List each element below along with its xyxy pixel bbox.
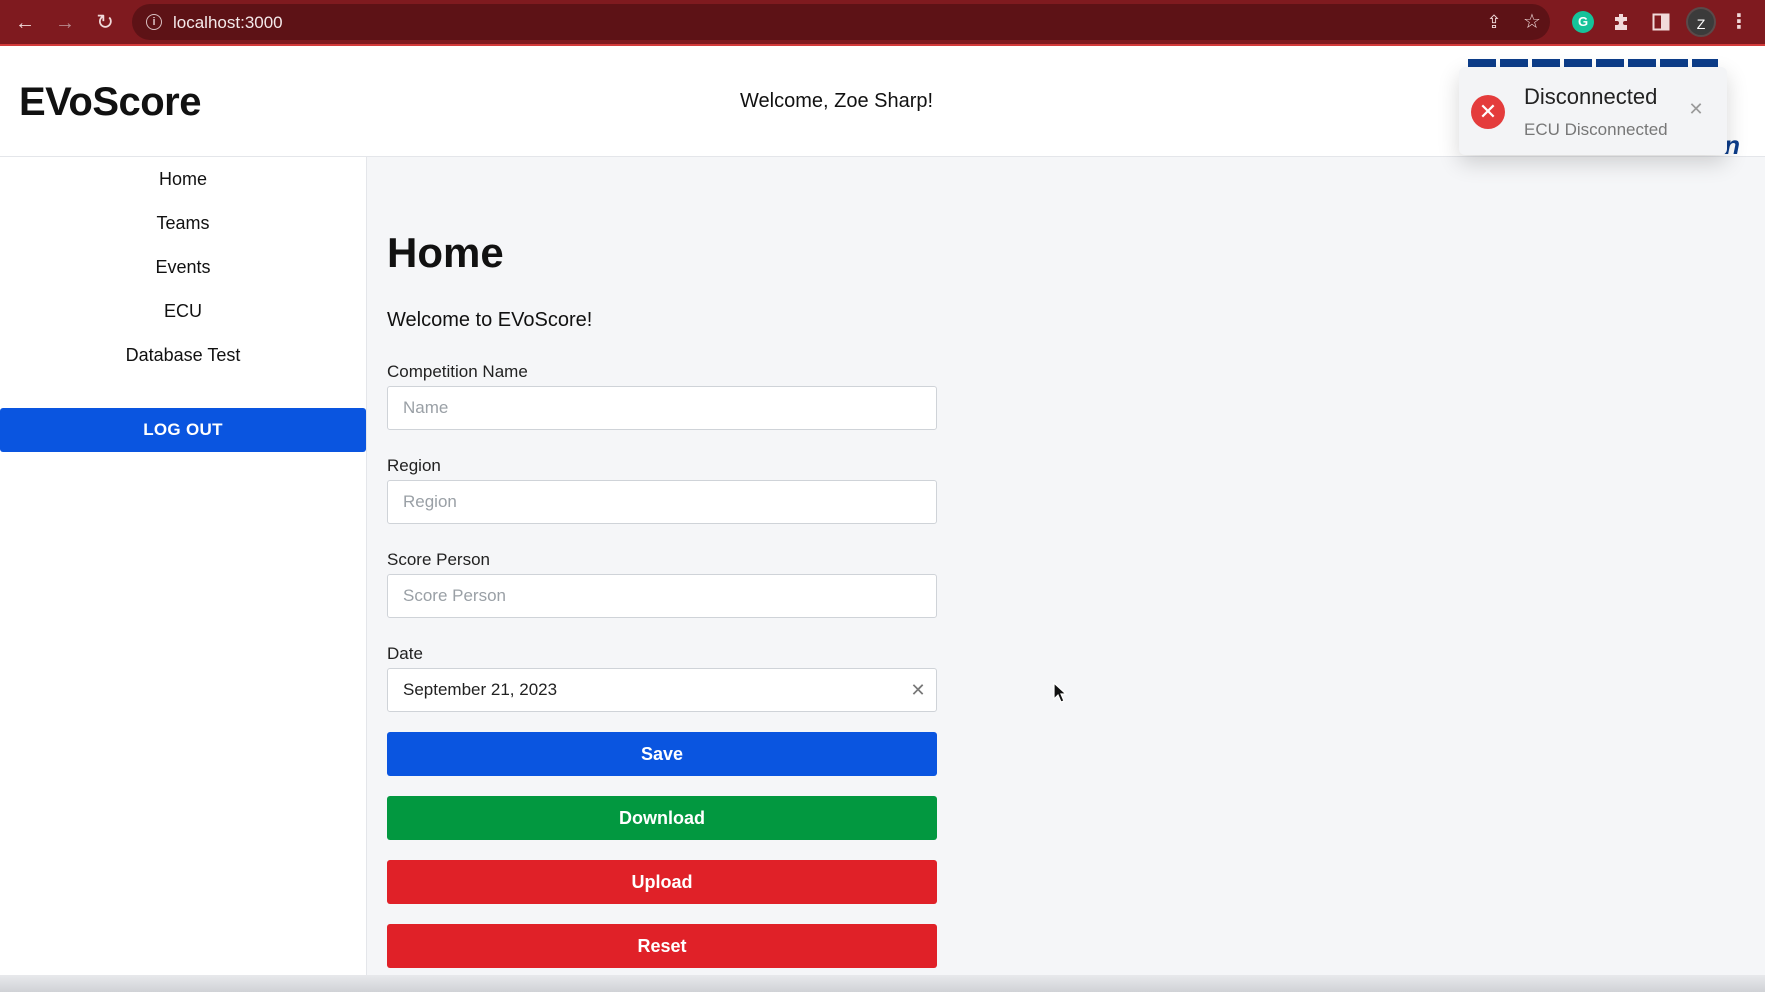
sidebar-item-teams[interactable]: Teams bbox=[0, 213, 366, 234]
browser-toolbar: ← → ↻ i localhost:3000 ⇪ ☆ G Z ⋮ bbox=[0, 0, 1765, 46]
close-icon[interactable]: ✕ bbox=[1686, 99, 1706, 119]
score-person-input[interactable] bbox=[387, 574, 937, 618]
side-panel-icon[interactable] bbox=[1650, 9, 1672, 35]
profile-avatar[interactable]: Z bbox=[1686, 7, 1716, 37]
toast-title: Disconnected bbox=[1524, 84, 1658, 109]
url-text[interactable]: localhost:3000 bbox=[173, 13, 283, 33]
welcome-text: Welcome to EVoScore! bbox=[387, 309, 593, 331]
sidebar-item-events[interactable]: Events bbox=[0, 257, 366, 278]
kebab-menu-icon[interactable]: ⋮ bbox=[1729, 9, 1749, 35]
download-button[interactable]: Download bbox=[387, 796, 937, 840]
sidebar-item-ecu[interactable]: ECU bbox=[0, 301, 366, 322]
sidebar: Home Teams Events ECU Database Test LOG … bbox=[0, 157, 367, 975]
welcome-user-text: Welcome, Zoe Sharp! bbox=[740, 90, 934, 112]
score-person-label: Score Person bbox=[387, 550, 490, 569]
page-bottom-edge bbox=[0, 975, 1765, 992]
competition-name-label: Competition Name bbox=[387, 362, 528, 381]
mouse-cursor-icon bbox=[1053, 682, 1067, 703]
save-button[interactable]: Save bbox=[387, 732, 937, 776]
bookmark-star-icon[interactable]: ☆ bbox=[1520, 9, 1544, 35]
clear-date-icon[interactable]: ✕ bbox=[908, 680, 928, 700]
toast-message: ECU Disconnected bbox=[1524, 120, 1668, 139]
reset-button[interactable]: Reset bbox=[387, 924, 937, 968]
error-circle-icon: ✕ bbox=[1471, 95, 1505, 129]
reload-icon[interactable]: ↻ bbox=[91, 9, 119, 37]
date-label: Date bbox=[387, 644, 423, 663]
date-input[interactable] bbox=[387, 668, 937, 712]
sidebar-item-database-test[interactable]: Database Test bbox=[0, 345, 366, 366]
upload-button[interactable]: Upload bbox=[387, 860, 937, 904]
address-bar[interactable]: i localhost:3000 bbox=[132, 4, 1550, 40]
sidebar-item-home[interactable]: Home bbox=[0, 169, 366, 190]
back-arrow-icon[interactable]: ← bbox=[11, 9, 39, 37]
disconnected-toast: ✕ Disconnected ECU Disconnected ✕ bbox=[1459, 67, 1727, 155]
region-label: Region bbox=[387, 456, 441, 475]
app-title: EVoScore bbox=[19, 80, 202, 124]
share-icon[interactable]: ⇪ bbox=[1483, 9, 1505, 35]
page-title: Home bbox=[387, 229, 504, 276]
forward-arrow-icon[interactable]: → bbox=[51, 9, 79, 37]
competition-name-input[interactable] bbox=[387, 386, 937, 430]
logout-button[interactable]: LOG OUT bbox=[0, 408, 366, 452]
info-icon[interactable]: i bbox=[146, 14, 162, 30]
grammarly-extension-icon[interactable]: G bbox=[1572, 11, 1594, 33]
extensions-puzzle-icon[interactable] bbox=[1611, 9, 1633, 35]
region-input[interactable] bbox=[387, 480, 937, 524]
